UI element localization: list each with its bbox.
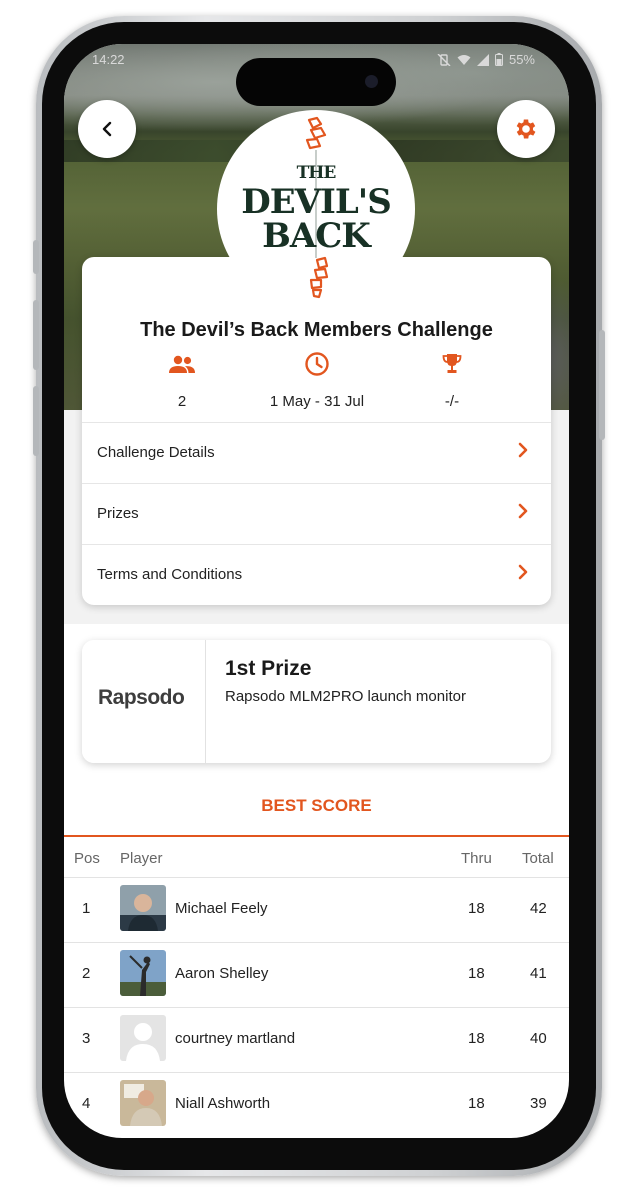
- tab-underline: [64, 835, 569, 837]
- chevron-left-icon: [102, 121, 112, 137]
- rapsodo-logo: Rapsodo: [98, 686, 185, 709]
- challenge-dates: 1 May - 31 Jul: [269, 393, 365, 410]
- chevron-right-icon: [518, 503, 528, 519]
- row-pos: 2: [82, 965, 91, 982]
- row-thru: 18: [468, 1095, 485, 1112]
- row-pos: 1: [82, 900, 91, 917]
- prize-card[interactable]: Rapsodo 1st Prize Rapsodo MLM2PRO launch…: [82, 640, 551, 763]
- people-icon: [169, 355, 195, 373]
- row-player-name: courtney martland: [175, 1030, 296, 1047]
- gear-icon: [516, 119, 536, 139]
- avatar: [120, 950, 166, 996]
- leaderboard-row[interactable]: 4 Niall Ashworth 18 39: [64, 1072, 569, 1137]
- row-total: 39: [530, 1095, 547, 1112]
- row-player-name: Aaron Shelley: [175, 965, 269, 982]
- leaderboard-row[interactable]: 1 Michael Feely 18 42: [64, 877, 569, 942]
- leaderboard-row[interactable]: 2 Aaron Shelley 18 41: [64, 942, 569, 1007]
- battery-icon: [494, 53, 503, 66]
- best-score-tab[interactable]: BEST SCORE: [64, 796, 569, 816]
- wifi-icon: [457, 54, 471, 65]
- menu-label: Terms and Conditions: [97, 566, 243, 583]
- menu-challenge-details[interactable]: Challenge Details: [82, 422, 551, 483]
- clock-icon: [305, 352, 329, 376]
- status-time: 14:22: [92, 52, 125, 67]
- row-thru: 18: [468, 965, 485, 982]
- menu-label: Prizes: [97, 505, 139, 522]
- user-position: -/-: [444, 393, 460, 410]
- row-total: 42: [530, 900, 547, 917]
- chevron-right-icon: [518, 442, 528, 458]
- challenge-info-card: The Devil’s Back Members Challenge 2 1 M…: [82, 257, 551, 605]
- prize-description: Rapsodo MLM2PRO launch monitor: [225, 688, 466, 705]
- battery-percentage: 55%: [508, 52, 535, 67]
- row-player-name: Michael Feely: [175, 900, 268, 917]
- chevron-right-icon: [518, 564, 528, 580]
- mute-switch: [33, 240, 39, 274]
- stat-dates: 1 May - 31 Jul: [239, 352, 395, 410]
- menu-prizes[interactable]: Prizes: [82, 483, 551, 544]
- vibrate-off-icon: [437, 53, 451, 66]
- row-player-name: Niall Ashworth: [175, 1095, 271, 1112]
- dynamic-island: [236, 58, 396, 106]
- prize-title: 1st Prize: [225, 657, 312, 680]
- avatar-placeholder-icon: [120, 1015, 166, 1061]
- column-thru: Thru: [461, 850, 492, 867]
- back-button[interactable]: [78, 100, 136, 158]
- column-pos: Pos: [74, 850, 100, 867]
- row-total: 40: [530, 1030, 547, 1047]
- participant-count: 2: [177, 393, 187, 410]
- front-camera: [365, 75, 378, 88]
- stat-participants: 2: [104, 353, 260, 410]
- stat-position: -/-: [374, 353, 530, 410]
- volume-up-button: [33, 300, 39, 370]
- row-thru: 18: [468, 900, 485, 917]
- power-button: [599, 330, 605, 440]
- leaderboard-row[interactable]: 3 courtney martland 18 40: [64, 1007, 569, 1072]
- app-screen: 14:22 55% The Devil’s Back Members Chall…: [64, 44, 569, 1138]
- menu-terms-and-conditions[interactable]: Terms and Conditions: [82, 544, 551, 605]
- row-pos: 3: [82, 1030, 91, 1047]
- menu-label: Challenge Details: [97, 444, 215, 461]
- prize-sponsor-logo: Rapsodo: [82, 640, 206, 763]
- column-player: Player: [120, 850, 163, 867]
- signal-icon: [476, 53, 489, 66]
- settings-button[interactable]: [497, 100, 555, 158]
- challenge-logo: THE DEVIL'S BACK: [217, 110, 415, 308]
- row-total: 41: [530, 965, 547, 982]
- avatar: [120, 885, 166, 931]
- trophy-icon: [442, 354, 462, 373]
- status-icons: 55%: [437, 52, 535, 67]
- volume-down-button: [33, 386, 39, 456]
- logo-text-back: BACK: [262, 216, 371, 256]
- row-thru: 18: [468, 1030, 485, 1047]
- logo-text-the: THE: [296, 163, 337, 183]
- column-total: Total: [522, 850, 554, 867]
- row-pos: 4: [82, 1095, 91, 1112]
- challenge-title: The Devil’s Back Members Challenge: [140, 319, 493, 341]
- avatar: [120, 1080, 166, 1126]
